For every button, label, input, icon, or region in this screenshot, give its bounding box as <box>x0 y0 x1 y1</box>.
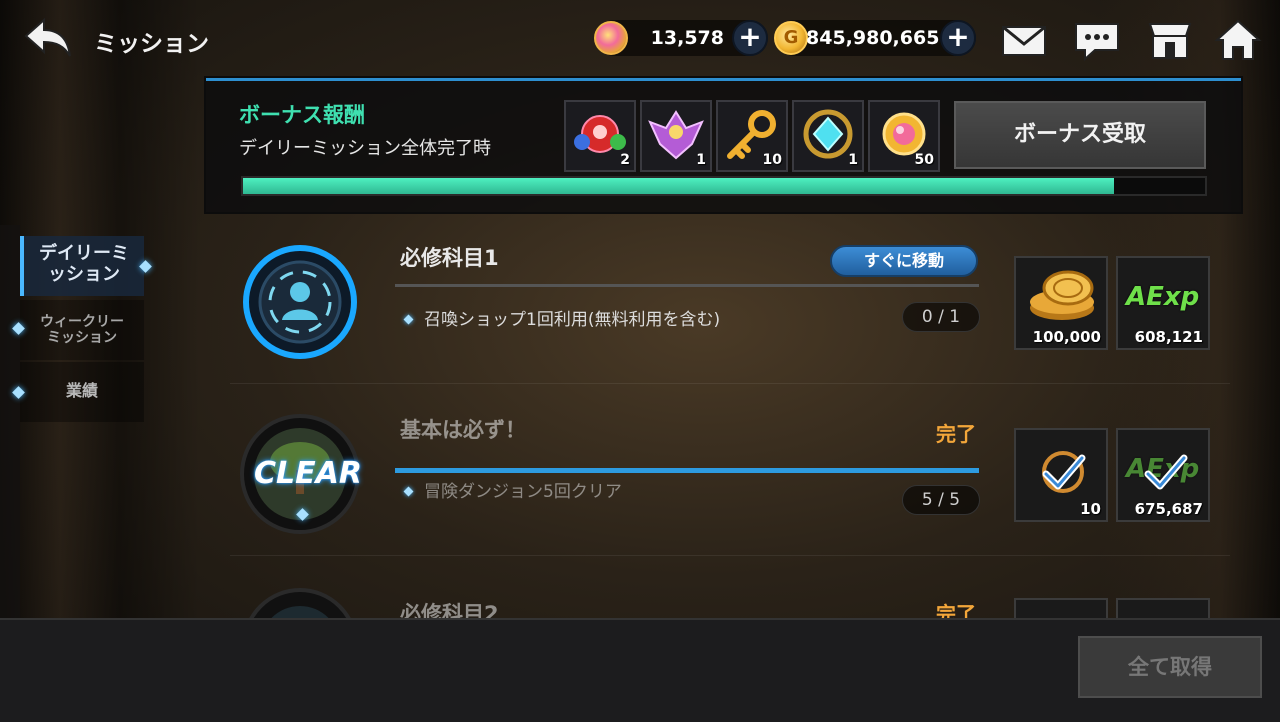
tab-label: ウィークリー <box>40 314 124 330</box>
page-title: ミッション <box>94 31 209 57</box>
reward-value: 100,000 <box>1032 328 1101 346</box>
bonus-reward-panel: ボーナス報酬 デイリーミッション全体完了時 2 1 10 1 50 ボーナス受取 <box>206 78 1241 212</box>
mission-task: 召喚ショップ1回利用(無料利用を含む) <box>403 305 721 330</box>
go-now-button[interactable]: すぐに移動 <box>830 245 978 277</box>
tab-achievements[interactable]: 業績 <box>20 362 144 422</box>
add-gold-button[interactable]: + <box>940 20 976 56</box>
mission-complete-label: 完了 <box>936 602 976 618</box>
reward-count: 2 <box>620 152 630 168</box>
mission-portrait-icon <box>240 242 360 362</box>
aexp-icon: AExp <box>1126 282 1200 312</box>
bonus-subtitle: デイリーミッション全体完了時 <box>239 138 491 159</box>
bonus-reward-slot[interactable]: 10 <box>716 100 788 172</box>
mission-name: 必修科目1 <box>400 246 499 270</box>
gold-coins-icon <box>1030 270 1094 320</box>
tab-daily-missions[interactable]: デイリーミ ッション <box>20 236 144 296</box>
gem-amount: 13,578 <box>650 27 724 49</box>
back-button[interactable] <box>22 14 78 62</box>
bonus-reward-slot[interactable]: 2 <box>564 100 636 172</box>
bonus-reward-slot[interactable]: 1 <box>640 100 712 172</box>
reward-slot-aexp[interactable]: AExp 608,121 <box>1116 256 1210 350</box>
reward-slot-key[interactable]: 10 <box>1014 428 1108 522</box>
mission-progress-count: 5 / 5 <box>902 485 980 515</box>
bonus-progress-fill <box>243 178 1114 194</box>
gold-coin-icon: G <box>774 21 808 55</box>
reward-count: 50 <box>914 152 934 168</box>
bonus-reward-slot[interactable]: 1 <box>792 100 864 172</box>
mission-divider <box>395 468 979 473</box>
reward-slot[interactable] <box>1014 598 1108 618</box>
row-divider <box>230 555 1230 556</box>
mission-name: 基本は必ず！ <box>400 418 526 442</box>
gem-icon <box>594 21 628 55</box>
gold-currency: G 845,980,665 + <box>774 20 976 56</box>
mission-progress-count: 0 / 1 <box>902 302 980 332</box>
bottom-bar: 全て取得 <box>0 618 1280 722</box>
mission-row: CLEAR 基本は必ず！ 完了 冒険ダンジョン5回クリア 5 / 5 10 AE… <box>230 394 1230 556</box>
chat-icon[interactable] <box>1073 18 1121 62</box>
reward-slot-aexp[interactable]: AExp 675,687 <box>1116 428 1210 522</box>
bonus-title: ボーナス報酬 <box>239 103 365 127</box>
reward-count: 1 <box>848 152 858 168</box>
reward-slot[interactable] <box>1116 598 1210 618</box>
reward-count: 10 <box>762 152 782 168</box>
mission-task-text: 召喚ショップ1回利用(無料利用を含む) <box>424 310 721 330</box>
side-rail <box>0 225 20 620</box>
tab-weekly-missions[interactable]: ウィークリー ミッション <box>20 300 144 360</box>
gem-currency: 13,578 + <box>594 20 768 56</box>
bonus-progress-bar <box>241 176 1207 196</box>
home-icon[interactable] <box>1214 18 1262 62</box>
reward-count: 1 <box>696 152 706 168</box>
reward-slot-gold[interactable]: 100,000 <box>1014 256 1108 350</box>
mission-task-text: 冒険ダンジョン5回クリア <box>424 482 622 502</box>
reward-value: 608,121 <box>1134 328 1203 346</box>
add-gem-button[interactable]: + <box>732 20 768 56</box>
shop-icon[interactable] <box>1146 18 1194 62</box>
claim-all-button[interactable]: 全て取得 <box>1078 636 1262 698</box>
mail-icon[interactable] <box>1000 18 1048 62</box>
claimed-check-icon <box>1144 454 1188 490</box>
claim-bonus-button[interactable]: ボーナス受取 <box>954 101 1206 169</box>
claimed-check-icon <box>1042 451 1086 493</box>
mission-row: 必修科目2 完了 <box>230 566 1230 618</box>
tab-label: デイリーミ <box>39 243 129 264</box>
mission-task: 冒険ダンジョン5回クリア <box>403 477 622 502</box>
top-bar: ミッション 13,578 + G 845,980,665 + <box>0 0 1280 76</box>
back-arrow-icon <box>24 17 71 57</box>
clear-badge-label: CLEAR <box>254 456 362 491</box>
mission-portrait-icon <box>240 586 360 618</box>
mission-complete-label: 完了 <box>936 422 976 446</box>
mission-divider <box>395 284 979 287</box>
mission-name: 必修科目2 <box>400 602 499 618</box>
bullet-icon <box>403 486 414 497</box>
gold-amount: 845,980,665 <box>806 27 940 49</box>
tab-label: 業績 <box>65 381 98 400</box>
row-divider <box>230 383 1230 384</box>
bullet-icon <box>403 314 414 325</box>
reward-value: 10 <box>1080 500 1101 518</box>
tab-label: ミッション <box>47 330 117 347</box>
bonus-reward-slot[interactable]: 50 <box>868 100 940 172</box>
reward-value: 675,687 <box>1134 500 1203 518</box>
mission-row: 必修科目1 すぐに移動 召喚ショップ1回利用(無料利用を含む) 0 / 1 10… <box>230 222 1230 384</box>
tab-label: ッション <box>48 263 120 285</box>
